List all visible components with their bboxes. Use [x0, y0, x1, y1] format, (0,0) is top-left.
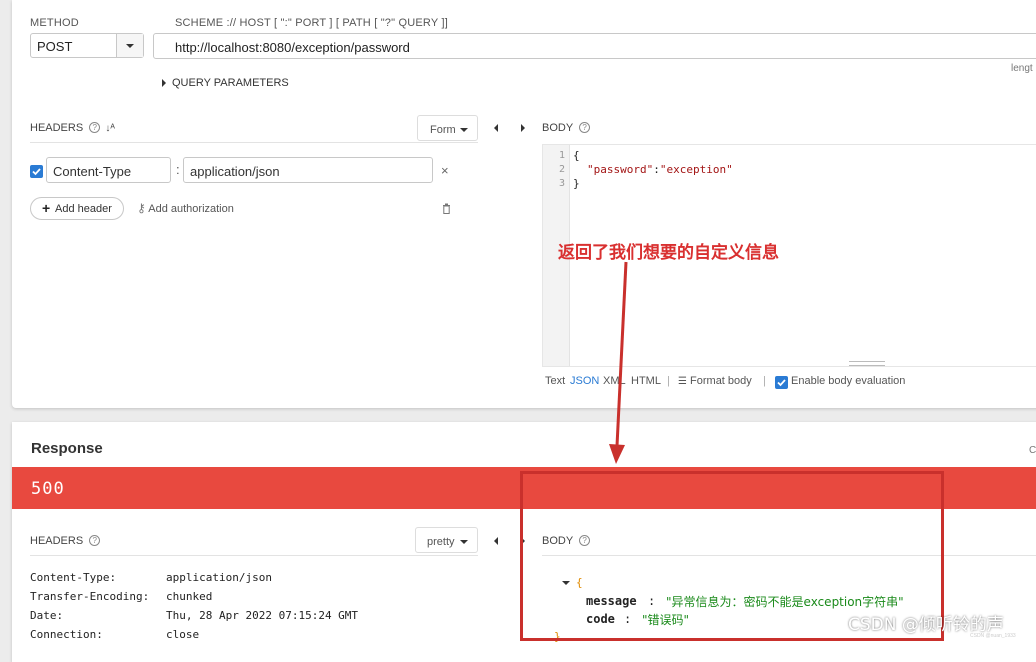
query-parameters-toggle[interactable]: QUERY PARAMETERS — [162, 77, 289, 89]
response-header-name: Connection: — [30, 628, 103, 641]
json-sep: : — [653, 163, 660, 176]
url-value: http://localhost:8080/exception/password — [175, 40, 410, 55]
headers-mode-value: Form — [430, 124, 456, 136]
annotation-text: 返回了我们想要的自定义信息 — [558, 243, 779, 263]
annotation-arrow — [609, 261, 628, 464]
chevron-right-icon — [162, 79, 166, 88]
method-dropdown-button[interactable] — [116, 34, 143, 57]
format-body-label: Format body — [690, 375, 752, 387]
body-label: BODY — [542, 122, 573, 134]
add-authorization-label: Add authorization — [148, 203, 234, 215]
help-icon[interactable]: ? — [579, 122, 591, 133]
url-format-label: SCHEME :// HOST [ ":" PORT ] [ PATH [ "?… — [175, 17, 448, 29]
json-key: "password" — [587, 163, 654, 176]
response-header-name: Transfer-Encoding: — [30, 590, 150, 603]
separator: | — [667, 375, 670, 387]
add-header-button[interactable]: + Add header — [30, 197, 124, 220]
response-header-value: application/json — [166, 571, 272, 584]
response-headers-mode-value: pretty — [427, 536, 455, 548]
response-header-value: Thu, 28 Apr 2022 07:15:24 GMT — [166, 609, 359, 622]
response-title: Response — [31, 440, 103, 457]
response-header-value: close — [166, 628, 200, 641]
line-number: 3 — [558, 178, 565, 189]
collapse-left-icon[interactable] — [494, 537, 498, 545]
length-label: lengt — [1011, 63, 1033, 74]
query-parameters-label: QUERY PARAMETERS — [172, 77, 289, 89]
headers-mode-dropdown[interactable]: Form — [417, 115, 478, 141]
url-input[interactable]: http://localhost:8080/exception/password — [153, 33, 1036, 59]
body-mode-text[interactable]: Text — [545, 375, 565, 387]
chevron-down-icon — [460, 128, 468, 132]
header-value-input[interactable]: application/json — [183, 157, 433, 183]
body-section-title: BODY ? — [542, 122, 591, 134]
json-value: "exception" — [659, 163, 733, 176]
add-header-label: Add header — [55, 203, 112, 215]
method-label: METHOD — [30, 17, 79, 29]
watermark-small: CSDN @nuan_1933 — [970, 633, 1016, 639]
remove-header-icon[interactable]: × — [441, 163, 449, 178]
add-authorization-button[interactable]: ⚷ Add authorization — [137, 201, 234, 215]
response-header-name: Date: — [30, 609, 64, 622]
expand-right-icon[interactable] — [521, 124, 525, 132]
response-header-name: Content-Type: — [30, 571, 117, 584]
header-name-input[interactable]: Content-Type — [46, 157, 171, 183]
plus-icon: + — [42, 200, 51, 216]
help-icon[interactable]: ? — [89, 535, 101, 546]
key-icon: ⚷ — [137, 201, 146, 215]
code-line: { — [573, 149, 580, 162]
code-line: } — [573, 177, 580, 190]
header-separator: : — [176, 162, 180, 177]
response-header-value: chunked — [166, 590, 213, 603]
watermark: CSDN @倾听铃的声 — [848, 615, 1004, 635]
help-icon[interactable]: ? — [89, 122, 101, 133]
format-body-button[interactable]: ☰ Format body — [678, 375, 752, 387]
status-code: 500 — [31, 479, 65, 499]
trash-icon[interactable] — [442, 201, 451, 219]
enable-body-evaluation-label: Enable body evaluation — [791, 375, 906, 387]
checkmark-icon — [777, 379, 786, 387]
response-headers-label: HEADERS — [30, 535, 84, 547]
header-value-value: application/json — [190, 164, 280, 179]
body-mode-json[interactable]: JSON — [570, 375, 599, 387]
headers-section-title: HEADERS ? ↓ᴬ — [30, 122, 115, 134]
divider — [30, 555, 478, 556]
method-value: POST — [37, 39, 73, 54]
header-enabled-checkbox[interactable] — [30, 165, 43, 178]
chevron-down-icon — [460, 540, 468, 544]
separator: | — [763, 375, 766, 387]
method-select[interactable]: POST — [30, 33, 144, 58]
headers-label: HEADERS — [30, 122, 84, 134]
response-headers-title: HEADERS ? — [30, 535, 101, 547]
divider — [30, 142, 478, 143]
chevron-down-icon — [126, 44, 134, 48]
sort-alpha-icon[interactable]: ↓ᴬ — [105, 123, 115, 134]
header-name-value: Content-Type — [53, 164, 132, 179]
response-right-edge-char: C — [1029, 445, 1036, 456]
response-headers-mode-dropdown[interactable]: pretty — [415, 527, 478, 553]
collapse-left-icon[interactable] — [494, 124, 498, 132]
enable-body-evaluation-checkbox[interactable] — [775, 376, 788, 389]
resize-handle[interactable] — [849, 361, 885, 366]
line-number: 2 — [558, 164, 565, 175]
code-line: "password":"exception" — [587, 163, 733, 176]
line-number: 1 — [558, 150, 565, 161]
checkmark-icon — [32, 168, 41, 176]
format-lines-icon: ☰ — [678, 376, 687, 387]
